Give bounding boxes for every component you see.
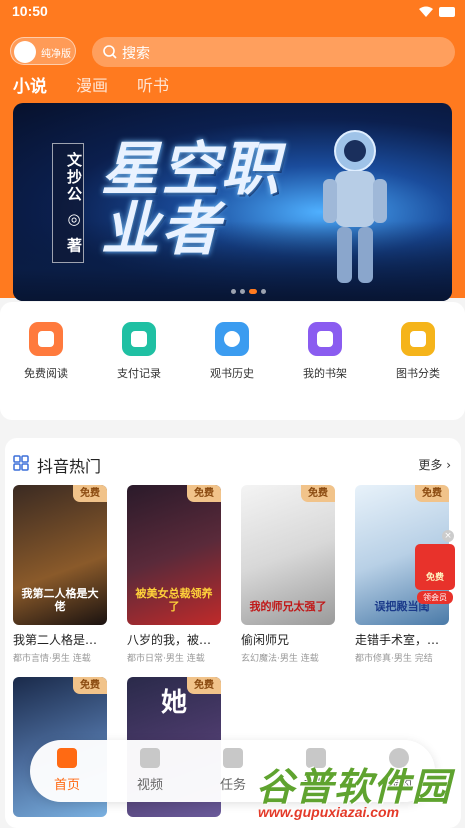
toggle-knob xyxy=(14,41,36,63)
book-title: 偷闲师兄 xyxy=(241,633,290,647)
nav-task[interactable]: 任务 xyxy=(208,748,258,793)
carousel-dot[interactable] xyxy=(261,289,266,294)
search-placeholder: 搜索 xyxy=(122,46,150,62)
book-title: 走错手术室，… xyxy=(355,633,440,647)
cover-title: 我第二人格是大佬 xyxy=(21,587,99,613)
book-meta: 都市言情·男生 连载 xyxy=(13,654,91,664)
pure-mode-label: 纯净版 xyxy=(41,49,71,60)
book-title: 我第二人格是… xyxy=(13,633,98,647)
watermark-url: www.gupuxiazai.com xyxy=(258,804,400,820)
nav-home[interactable]: 首页 xyxy=(42,748,92,793)
free-badge: 免费 xyxy=(301,485,335,502)
search-bar[interactable]: 搜索 xyxy=(92,37,455,67)
nav-video[interactable]: 视频 xyxy=(125,748,175,793)
book-cover: 免费 被美女总裁领养了 xyxy=(127,485,221,625)
category-tabs: 小说 漫画 听书 xyxy=(13,72,198,97)
gift-box-icon: 免费 xyxy=(415,544,455,590)
video-play-icon xyxy=(140,748,160,768)
book-meta: 都市修真·男生 完结 xyxy=(355,654,433,664)
quick-link-label: 我的书架 xyxy=(303,367,347,380)
gift-label: 免费 xyxy=(425,573,444,583)
banner-title: 星空职业者 xyxy=(101,135,282,263)
wifi-icon xyxy=(419,6,433,17)
carousel-dot[interactable] xyxy=(240,289,245,294)
quick-link-category[interactable]: 图书分类 xyxy=(378,322,458,381)
free-badge: 免费 xyxy=(187,677,221,694)
quick-link-payment-record[interactable]: 支付记录 xyxy=(99,322,179,381)
book-title: 八岁的我，被… xyxy=(127,633,212,647)
status-time: 10:50 xyxy=(12,3,48,19)
gift-sub-label: 领会员 xyxy=(417,591,453,604)
book-cover: 免费 我的师兄太强了 xyxy=(241,485,335,625)
more-label: 更多 xyxy=(418,458,443,472)
nav-label: 视频 xyxy=(136,778,163,793)
pure-mode-toggle[interactable]: 纯净版 xyxy=(10,37,76,65)
carousel-dot-active[interactable] xyxy=(249,289,257,294)
cover-title: 我的师兄太强了 xyxy=(249,600,327,613)
bookshelf-icon xyxy=(308,322,342,356)
grid-icon xyxy=(13,455,29,471)
quick-link-label: 图书分类 xyxy=(396,367,440,380)
cover-title: 她 xyxy=(160,688,187,718)
quick-link-bookshelf[interactable]: 我的书架 xyxy=(285,322,365,381)
book-cover: 免费 我第二人格是大佬 xyxy=(13,485,107,625)
quick-link-free-read[interactable]: 免费阅读 xyxy=(6,322,86,381)
cover-title: 被美女总裁领养了 xyxy=(135,587,213,613)
banner-author-box: 文抄公 ◎ 著 xyxy=(52,143,84,263)
free-read-icon xyxy=(29,322,63,356)
book-meta: 都市日常·男生 连载 xyxy=(127,654,205,664)
gift-popup[interactable]: 免费 领会员 xyxy=(415,544,455,604)
carousel-indicator xyxy=(231,289,266,294)
nav-label: 首页 xyxy=(53,778,80,793)
category-folder-icon xyxy=(401,322,435,356)
site-watermark: 谷普软件园 www.gupuxiazai.com xyxy=(256,756,460,822)
free-badge: 免费 xyxy=(187,485,221,502)
payment-record-icon xyxy=(122,322,156,356)
book-card[interactable]: 免费 我第二人格是大佬 我第二人格是… 都市言情·男生 连载 xyxy=(13,485,109,664)
more-link[interactable]: 更多 › xyxy=(418,456,451,473)
history-clock-icon xyxy=(215,322,249,356)
tab-comic[interactable]: 漫画 xyxy=(76,72,108,97)
tab-audiobook[interactable]: 听书 xyxy=(137,72,169,97)
section-title: 抖音热门 xyxy=(37,457,102,476)
free-badge: 免费 xyxy=(73,485,107,502)
search-icon xyxy=(103,45,117,59)
free-badge: 免费 xyxy=(415,485,449,502)
astronaut-illustration xyxy=(323,130,387,283)
free-badge: 免费 xyxy=(73,677,107,694)
carousel-dot[interactable] xyxy=(231,289,236,294)
quick-link-history[interactable]: 观书历史 xyxy=(192,322,272,381)
book-meta: 玄幻魔法·男生 连载 xyxy=(241,654,319,664)
book-card[interactable]: 免费 我的师兄太强了 偷闲师兄 玄幻魔法·男生 连载 xyxy=(241,485,337,664)
section-header: 抖音热门 更多 › xyxy=(11,452,455,476)
banner-author: 文抄公 ◎ 著 xyxy=(65,152,83,255)
tab-novel[interactable]: 小说 xyxy=(13,72,47,97)
nav-label: 任务 xyxy=(219,778,246,793)
book-card[interactable]: 免费 被美女总裁领养了 八岁的我，被… 都市日常·男生 连载 xyxy=(127,485,223,664)
watermark-text: 谷普软件园 xyxy=(256,765,452,809)
gift-icon xyxy=(223,748,243,768)
featured-banner[interactable]: 文抄公 ◎ 著 星空职业者 xyxy=(13,103,452,301)
chevron-right-icon: › xyxy=(446,458,451,472)
status-icons xyxy=(419,5,455,19)
quick-link-label: 观书历史 xyxy=(210,367,254,380)
close-icon[interactable]: × xyxy=(442,530,454,542)
quick-link-label: 免费阅读 xyxy=(24,367,68,380)
top-header: 10:50 纯净版 搜索 小说 漫画 听书 文抄公 ◎ 著 星空职业者 xyxy=(0,0,465,301)
quick-link-label: 支付记录 xyxy=(117,367,161,380)
status-bar: 10:50 xyxy=(0,0,465,24)
battery-icon xyxy=(439,7,455,17)
home-book-icon xyxy=(57,748,77,768)
quick-links-panel: 免费阅读 支付记录 观书历史 我的书架 图书分类 xyxy=(0,302,465,420)
